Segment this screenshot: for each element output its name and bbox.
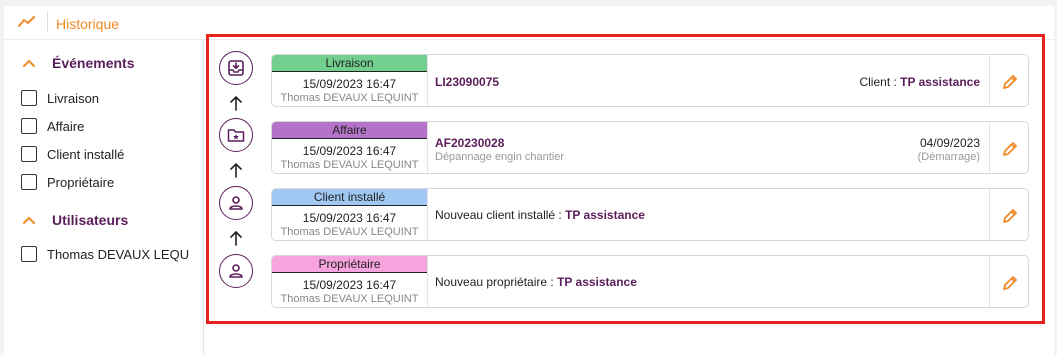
event-icon-proprietaire (219, 254, 253, 288)
edit-button[interactable] (990, 189, 1028, 240)
pencil-icon (1003, 74, 1017, 89)
event-description: Dépannage engin chantier (435, 151, 565, 163)
filter-proprietaire[interactable]: Propriétaire (21, 174, 114, 190)
event-date: 15/09/2023 16:47 (302, 77, 397, 91)
client-label: Client : (859, 75, 897, 89)
event-date: 15/09/2023 16:47 (302, 211, 397, 225)
card-divider (427, 122, 428, 173)
events-section-header[interactable]: Événements (22, 55, 134, 71)
header-divider (47, 12, 48, 32)
event-icon-livraison (219, 51, 253, 85)
start-date-label: (Démarrage) (917, 151, 980, 163)
card-divider (427, 256, 428, 307)
event-type-tag: Client installé (272, 189, 427, 206)
pencil-icon (1003, 275, 1017, 290)
event-user: Thomas DEVAUX LEQUINT (280, 92, 419, 104)
event-date: 15/09/2023 16:47 (302, 144, 397, 158)
page-title: Historique (56, 16, 120, 32)
start-date-value: 04/09/2023 (919, 136, 980, 150)
message-text: Nouveau propriétaire : (435, 275, 554, 289)
chevron-up-icon (23, 216, 35, 224)
client-name-link[interactable]: TP assistance (557, 275, 637, 289)
event-start-date: 04/09/2023 (Démarrage) (918, 136, 980, 163)
edit-button[interactable] (990, 122, 1028, 173)
checkbox[interactable] (21, 174, 37, 190)
inbox-download-icon (228, 60, 244, 76)
chart-line-icon (18, 16, 35, 27)
event-type-tag: Livraison (272, 55, 427, 72)
client-name-link[interactable]: TP assistance (565, 208, 645, 222)
filter-sidebar: Événements Livraison Affaire Client inst… (4, 40, 204, 355)
checkbox[interactable] (21, 118, 37, 134)
checkbox[interactable] (21, 146, 37, 162)
event-icon-client-installe (219, 186, 253, 220)
event-card-livraison: Livraison 15/09/2023 16:47 Thomas DEVAUX… (271, 54, 1029, 107)
event-reference-link[interactable]: AF20230028 (435, 136, 504, 150)
users-section-title: Utilisateurs (52, 212, 129, 228)
filter-client-installe[interactable]: Client installé (21, 146, 124, 162)
client-name-link[interactable]: TP assistance (900, 75, 980, 89)
pencil-icon (1003, 141, 1017, 156)
arrow-up-icon (230, 95, 242, 111)
filter-livraison[interactable]: Livraison (21, 90, 99, 106)
arrow-up-icon (230, 162, 242, 178)
event-message: Nouveau propriétaire : TP assistance (435, 275, 637, 289)
event-card-client-installe: Client installé 15/09/2023 16:47 Thomas … (271, 188, 1029, 241)
arrow-up-icon (230, 230, 242, 246)
edit-button[interactable] (990, 256, 1028, 307)
message-text: Nouveau client installé : (435, 208, 562, 222)
checkbox-label: Affaire (47, 118, 85, 134)
events-section-title: Événements (52, 55, 135, 71)
folder-star-icon (227, 129, 245, 142)
pencil-icon (1003, 208, 1017, 223)
event-timeline: Livraison 15/09/2023 16:47 Thomas DEVAUX… (206, 34, 1045, 324)
checkbox[interactable] (21, 90, 37, 106)
edit-button[interactable] (990, 55, 1028, 106)
checkbox-label: Thomas DEVAUX LEQU (47, 246, 190, 262)
event-client: Client : TP assistance (859, 75, 980, 89)
checkbox-label: Propriétaire (47, 174, 115, 190)
event-card-affaire: Affaire 15/09/2023 16:47 Thomas DEVAUX L… (271, 121, 1029, 174)
event-icon-affaire (219, 118, 253, 152)
checkbox[interactable] (21, 246, 37, 262)
card-divider (427, 55, 428, 106)
users-section-header[interactable]: Utilisateurs (22, 212, 128, 228)
card-divider (427, 189, 428, 240)
event-user: Thomas DEVAUX LEQUINT (280, 159, 419, 171)
event-message: Nouveau client installé : TP assistance (435, 208, 645, 222)
filter-user[interactable]: Thomas DEVAUX LEQU (21, 246, 189, 262)
event-reference-link[interactable]: LI23090075 (435, 75, 499, 89)
user-icon (229, 264, 243, 278)
user-icon (229, 196, 243, 210)
event-card-proprietaire: Propriétaire 15/09/2023 16:47 Thomas DEV… (271, 255, 1029, 308)
event-type-tag: Affaire (272, 122, 427, 139)
event-type-tag: Propriétaire (272, 256, 427, 273)
checkbox-label: Client installé (47, 146, 125, 162)
checkbox-label: Livraison (47, 90, 100, 106)
filter-affaire[interactable]: Affaire (21, 118, 84, 134)
chevron-up-icon (23, 59, 35, 67)
event-user: Thomas DEVAUX LEQUINT (280, 226, 419, 238)
event-user: Thomas DEVAUX LEQUINT (280, 293, 419, 305)
event-date: 15/09/2023 16:47 (302, 278, 397, 292)
